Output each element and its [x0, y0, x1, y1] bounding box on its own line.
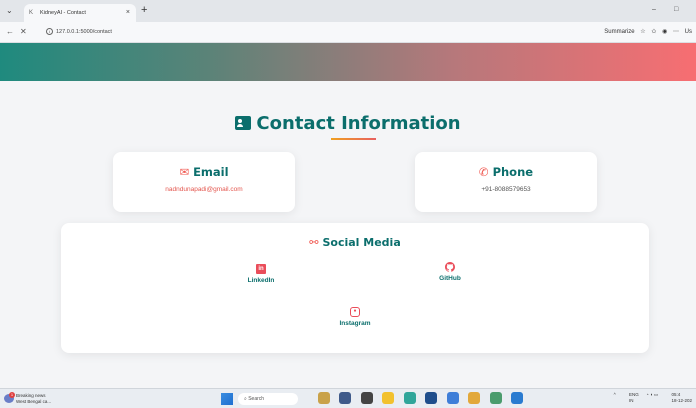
browser-tab-bar: ⌄ K KidneyAI - Contact × + – □: [0, 0, 696, 22]
profile-button[interactable]: Us: [685, 29, 692, 35]
linkedin-label: LinkedIn: [247, 277, 275, 284]
envelope-icon: ✉: [179, 165, 190, 179]
clock-date: 18-12-202: [671, 398, 692, 403]
windows-start-icon[interactable]: [221, 393, 233, 405]
app-edge-icon[interactable]: [403, 392, 416, 404]
app-chrome-icon[interactable]: [468, 392, 481, 404]
tab-favicon-icon: K: [29, 10, 34, 16]
share-icon: ⚯: [309, 236, 319, 249]
tab-close-icon[interactable]: ×: [126, 4, 130, 22]
tab-actions-chevron-icon[interactable]: ⌄: [6, 4, 13, 18]
wifi-volume-battery-icon[interactable]: ◔ ◖ ▭: [646, 392, 658, 398]
new-tab-button[interactable]: +: [141, 3, 147, 17]
instagram-link[interactable]: ● Instagram: [315, 307, 395, 327]
contact-card-icon: [235, 116, 252, 130]
tray-clock[interactable]: 05:4 18-12-202: [665, 392, 692, 404]
email-card: ✉ Email nadndunapadi@gmail.com: [113, 152, 295, 212]
instagram-label: Instagram: [339, 320, 371, 327]
app-widgets-icon[interactable]: [318, 392, 330, 404]
system-tray: ^ ENG IN ◔ ◖ ▭ 05:4 18-12-202: [608, 392, 692, 404]
reload-icon[interactable]: ✕: [20, 27, 27, 37]
news-widget[interactable]: Breaking news West Bengal ca...: [16, 393, 51, 404]
phone-card: ✆ Phone +91-8088579653: [415, 152, 597, 212]
favorite-star-icon[interactable]: ☆: [640, 29, 645, 35]
site-info-icon[interactable]: i: [46, 28, 53, 36]
address-bar: ← ✕ i 127.0.0.1:5000/contact Summarize ☆ …: [0, 22, 696, 43]
social-media-card: ⚯ Social Media in LinkedIn GitHub ● Insta…: [61, 223, 649, 353]
social-heading: ⚯ Social Media: [61, 236, 649, 249]
news-title: Breaking news: [16, 393, 46, 398]
email-link[interactable]: nadndunapadi@gmail.com: [113, 186, 295, 193]
tab-title: KidneyAI - Contact: [40, 10, 86, 16]
phone-heading: ✆ Phone: [415, 165, 597, 179]
news-badge: 1: [9, 392, 15, 398]
extensions-icon[interactable]: ◉: [662, 29, 667, 35]
tray-chevron-icon[interactable]: ^: [614, 392, 616, 398]
phone-heading-text: Phone: [492, 165, 534, 179]
page-title-text: Contact Information: [256, 113, 461, 134]
url-text: 127.0.0.1:5000/contact: [56, 29, 112, 35]
browser-toolbar: Summarize ☆ ✩ ◉ ⋯ Us: [600, 26, 692, 38]
taskbar-apps: [318, 392, 528, 408]
page-title: Contact Information: [0, 113, 696, 134]
email-heading-text: Email: [193, 165, 229, 179]
app-hp-icon[interactable]: [446, 392, 459, 404]
title-underline: [331, 138, 376, 140]
more-options-icon[interactable]: ⋯: [673, 29, 679, 35]
url-field[interactable]: i 127.0.0.1:5000/contact: [46, 26, 112, 38]
social-heading-text: Social Media: [322, 236, 401, 249]
app-whatsapp-icon[interactable]: [489, 392, 502, 404]
app-store-icon[interactable]: [360, 392, 373, 404]
taskbar-search[interactable]: ⌕ Search: [238, 393, 298, 405]
summarize-button[interactable]: Summarize: [604, 29, 634, 35]
github-link[interactable]: GitHub: [410, 262, 490, 282]
minimize-button[interactable]: –: [652, 6, 656, 13]
windows-taskbar: 1 Breaking news West Bengal ca... ⌕ Sear…: [0, 388, 696, 408]
tray-language[interactable]: ENG IN: [623, 392, 639, 404]
github-label: GitHub: [439, 275, 461, 282]
github-icon: [445, 262, 455, 272]
app-teams-icon[interactable]: [339, 392, 352, 404]
phone-number: +91-8088579653: [481, 186, 531, 193]
search-label: Search: [248, 396, 265, 402]
region-text: IN: [628, 398, 634, 403]
phone-icon: ✆: [478, 165, 489, 179]
favorites-icon[interactable]: ✩: [651, 29, 656, 35]
app-vscode-icon[interactable]: [511, 392, 524, 404]
linkedin-link[interactable]: in LinkedIn: [221, 264, 301, 284]
app-terminal-icon[interactable]: [425, 392, 438, 404]
app-explorer-icon[interactable]: [382, 392, 395, 404]
news-subtitle: West Bengal ca...: [16, 398, 52, 404]
email-heading: ✉ Email: [113, 165, 295, 179]
maximize-button[interactable]: □: [674, 6, 678, 13]
instagram-icon: ●: [350, 307, 360, 317]
browser-tab[interactable]: K KidneyAI - Contact ×: [24, 4, 136, 22]
linkedin-icon: in: [256, 264, 266, 274]
header-banner: [0, 43, 696, 81]
back-arrow-icon[interactable]: ←: [6, 27, 14, 37]
